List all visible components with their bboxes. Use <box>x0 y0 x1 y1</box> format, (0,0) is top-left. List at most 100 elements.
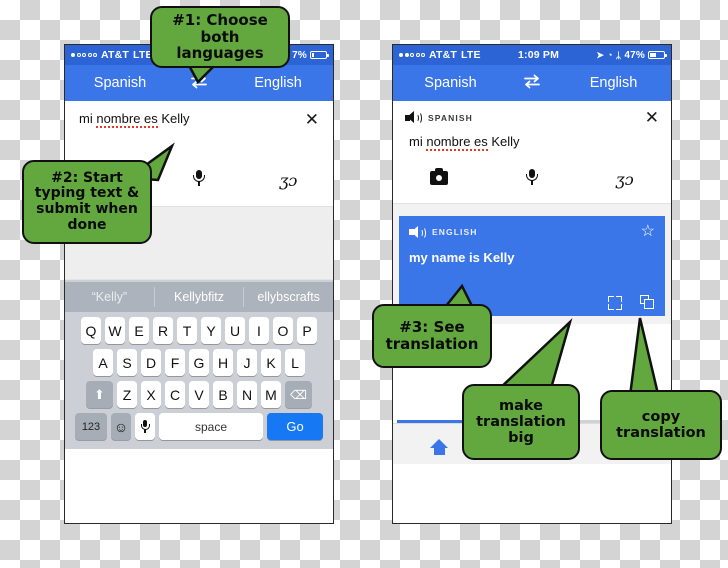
signal-strength-icon <box>399 53 425 57</box>
battery-percent-label: 47% <box>624 49 645 61</box>
key-e[interactable]: E <box>129 317 149 344</box>
prediction-item-1[interactable]: Kellybfitz <box>155 290 244 304</box>
emoji-key[interactable]: ☺ <box>111 413 131 440</box>
mic-input-button-right[interactable] <box>486 169 579 191</box>
source-text-misspelled: nombre es <box>426 134 488 151</box>
input-text-prefix: mi <box>79 111 97 126</box>
callout-copy-translation: copy translation <box>600 390 722 460</box>
source-language-button-right[interactable]: Spanish <box>393 75 508 91</box>
translation-text: my name is Kelly <box>409 250 515 265</box>
input-text-misspelled: nombre es <box>96 111 158 128</box>
translation-card-header: ENGLISH ☆ <box>409 224 655 240</box>
go-key[interactable]: Go <box>267 413 323 440</box>
phone-screenshot-left: AT&T LTE 7% Spanish English mi nombre es… <box>64 44 334 524</box>
handwriting-input-button-right[interactable]: ʒɔ <box>578 170 671 190</box>
key-u[interactable]: U <box>225 317 245 344</box>
shift-key[interactable]: ⬆ <box>86 381 113 408</box>
keyboard-row-4: 123 ☺ space Go <box>65 413 333 440</box>
key-c[interactable]: C <box>165 381 185 408</box>
translation-card-actions <box>608 295 655 310</box>
key-l[interactable]: L <box>285 349 305 376</box>
key-s[interactable]: S <box>117 349 137 376</box>
input-text-row-left: mi nombre es Kelly ✕ <box>65 101 333 128</box>
clear-input-button-right[interactable]: ✕ <box>645 109 659 126</box>
key-m[interactable]: M <box>261 381 281 408</box>
delete-key[interactable]: ⌫ <box>285 381 312 408</box>
key-f[interactable]: F <box>165 349 185 376</box>
key-t[interactable]: T <box>177 317 197 344</box>
copy-icon[interactable] <box>640 295 655 310</box>
callout-see-translation: #3: See translation <box>372 304 492 368</box>
home-icon <box>430 439 449 455</box>
prediction-item-2[interactable]: ellybscrafts <box>244 290 333 304</box>
signal-strength-icon <box>71 53 97 57</box>
status-bar-clock: 1:09 PM <box>517 49 560 61</box>
language-bar-right: Spanish English <box>393 65 671 101</box>
speaker-icon[interactable] <box>405 111 422 124</box>
key-o[interactable]: O <box>273 317 293 344</box>
key-b[interactable]: B <box>213 381 233 408</box>
swap-arrows-icon[interactable] <box>508 74 556 93</box>
key-q[interactable]: Q <box>81 317 101 344</box>
status-bar-left-group-right: AT&T LTE <box>399 49 481 61</box>
battery-icon <box>310 51 329 59</box>
source-language-label: SPANISH <box>428 112 473 123</box>
translation-language-label: ENGLISH <box>432 227 478 237</box>
status-bar-right-group-right: ➤ ◔ ᛦ 47% <box>596 49 667 61</box>
alarm-icon: ◔ <box>607 49 613 60</box>
key-a[interactable]: A <box>93 349 113 376</box>
keyboard-left: “Kelly” Kellybfitz ellybscrafts Q W E R … <box>65 280 333 449</box>
key-z[interactable]: Z <box>117 381 137 408</box>
prediction-item-0[interactable]: “Kelly” <box>65 290 154 304</box>
source-text-prefix: mi <box>409 134 427 149</box>
keyboard-row-1: Q W E R T Y U I O P <box>65 317 333 344</box>
key-v[interactable]: V <box>189 381 209 408</box>
numbers-key[interactable]: 123 <box>75 413 107 440</box>
status-bar-right: AT&T LTE 1:09 PM ➤ ◔ ᛦ 47% <box>393 45 671 65</box>
handwriting-icon: ʒɔ <box>279 171 298 190</box>
fullscreen-icon[interactable] <box>608 295 622 310</box>
camera-icon <box>430 167 449 185</box>
microphone-icon <box>525 169 539 186</box>
battery-icon <box>648 51 667 59</box>
input-text-left[interactable]: mi nombre es Kelly <box>79 111 305 128</box>
camera-input-button[interactable] <box>393 167 486 190</box>
key-x[interactable]: X <box>141 381 161 408</box>
clear-input-button-left[interactable]: ✕ <box>305 111 319 128</box>
keyboard-row-3: ⬆ Z X C V B N M ⌫ <box>65 381 333 408</box>
microphone-icon <box>192 170 206 187</box>
source-language-button-left[interactable]: Spanish <box>65 75 175 91</box>
space-key[interactable]: space <box>159 413 263 440</box>
key-p[interactable]: P <box>297 317 317 344</box>
prediction-bar: “Kelly” Kellybfitz ellybscrafts <box>65 282 333 312</box>
key-d[interactable]: D <box>141 349 161 376</box>
speaker-icon[interactable] <box>409 225 426 239</box>
source-text-right[interactable]: mi nombre es Kelly <box>393 128 671 151</box>
bluetooth-icon: ᛦ <box>615 49 622 60</box>
keyboard-mic-key[interactable] <box>135 413 155 440</box>
target-language-button-right[interactable]: English <box>556 75 671 91</box>
star-favorite-icon[interactable]: ☆ <box>641 224 655 240</box>
callout-choose-languages: #1: Choose both languages <box>150 6 290 68</box>
battery-percent-label: 7% <box>292 49 307 61</box>
target-language-button-left[interactable]: English <box>223 75 333 91</box>
location-icon: ➤ <box>596 49 605 60</box>
key-w[interactable]: W <box>105 317 125 344</box>
key-y[interactable]: Y <box>201 317 221 344</box>
key-h[interactable]: H <box>213 349 233 376</box>
carrier-label: AT&T <box>429 49 458 61</box>
handwriting-icon: ʒɔ <box>615 170 634 189</box>
callout-make-translation-big: make translation big <box>462 384 580 460</box>
network-label: LTE <box>461 49 481 61</box>
input-icon-row-right: ʒɔ <box>393 149 671 203</box>
handwriting-input-button-left[interactable]: ʒɔ <box>244 171 333 191</box>
keyboard-row-2: A S D F G H J K L <box>65 349 333 376</box>
key-n[interactable]: N <box>237 381 257 408</box>
key-g[interactable]: G <box>189 349 209 376</box>
callout-start-typing: #2: Start typing text & submit when done <box>22 160 152 244</box>
status-bar-left-group: AT&T LTE <box>71 49 153 61</box>
key-r[interactable]: R <box>153 317 173 344</box>
key-i[interactable]: I <box>249 317 269 344</box>
key-j[interactable]: J <box>237 349 257 376</box>
key-k[interactable]: K <box>261 349 281 376</box>
